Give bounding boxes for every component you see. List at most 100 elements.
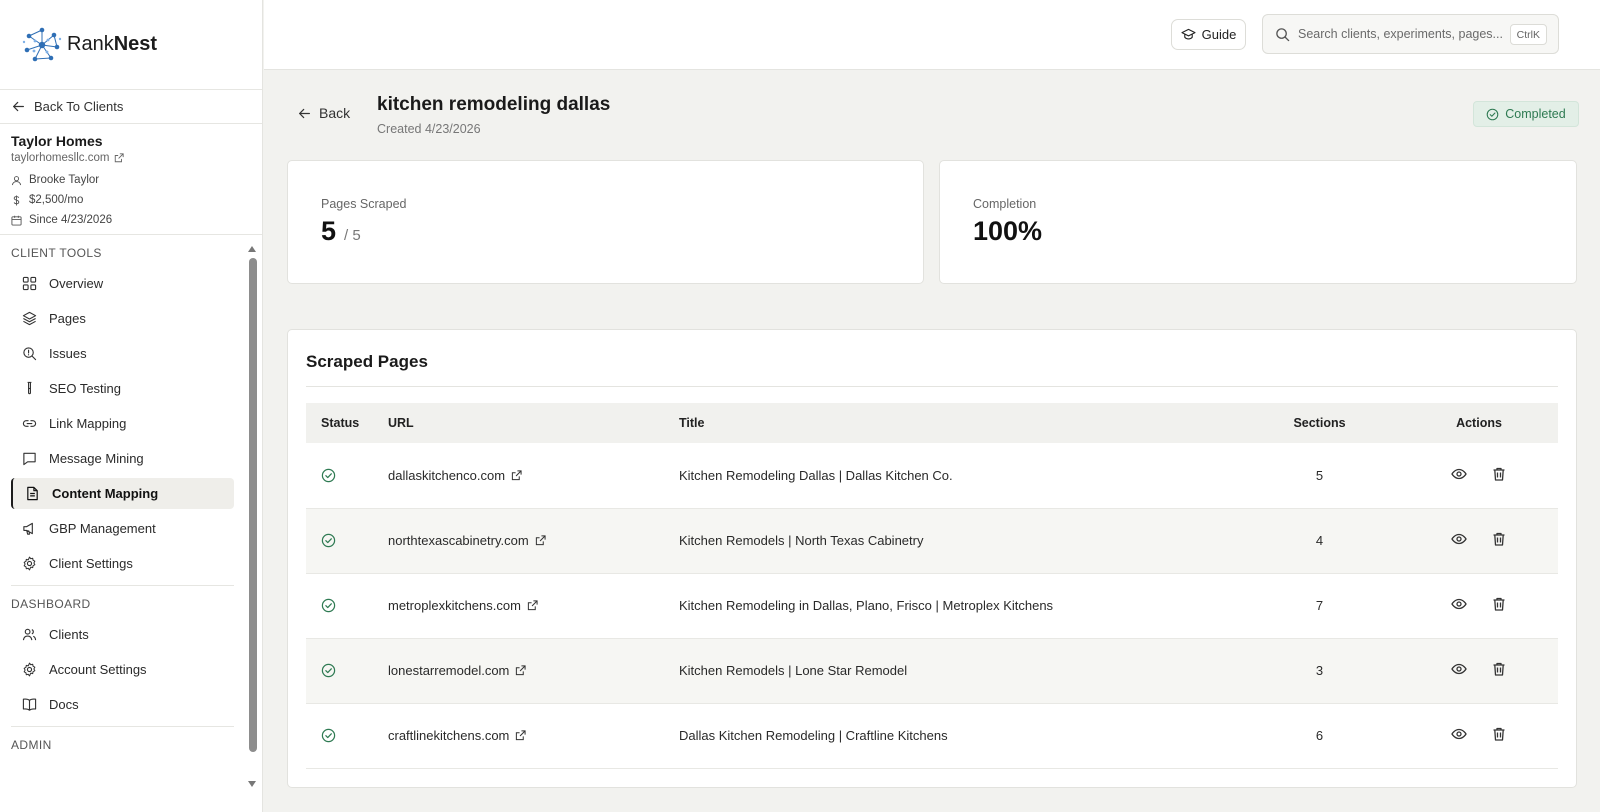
search-issue-icon [23,347,37,361]
sidebar-item-issues[interactable]: Issues [11,338,234,369]
sidebar: RankNest Back To Clients Taylor Homes ta… [0,0,263,812]
sidebar-item-link-mapping[interactable]: Link Mapping [11,408,234,439]
table-row: metroplexkitchens.com Kitchen Remodeling… [306,573,1558,638]
scraped-pages-table: Status URL Title Sections Actions dallas… [306,403,1558,769]
sidebar-item-message-mining[interactable]: Message Mining [11,443,234,474]
stat-card-completion: Completion 100% [939,160,1577,284]
gear-icon [23,662,36,677]
search-input[interactable] [1298,27,1504,41]
network-logo-icon [22,27,62,61]
sidebar-item-docs[interactable]: Docs [11,689,234,720]
client-since: Since 4/23/2026 [11,214,251,226]
section-label-admin: ADMIN [11,738,52,752]
delete-button[interactable] [1491,531,1507,547]
graduation-cap-icon [1181,28,1196,40]
table-row: dallaskitchenco.com Kitchen Remodeling D… [306,443,1558,508]
external-link-icon [516,665,526,676]
view-button[interactable] [1451,726,1467,742]
external-link-icon [511,470,522,480]
sidebar-scrollbar[interactable] [249,258,257,752]
client-contact: Brooke Taylor [11,174,251,186]
eye-icon [1451,468,1467,479]
sidebar-item-overview[interactable]: Overview [11,268,234,299]
view-button[interactable] [1451,531,1467,547]
page-title-cell: Kitchen Remodels | Lone Star Remodel [679,663,908,678]
sidebar-item-client-settings[interactable]: Client Settings [11,548,234,579]
dollar-icon [13,194,20,206]
page-url-link[interactable]: dallaskitchenco.com [388,468,522,483]
back-button[interactable]: Back [298,105,350,121]
sidebar-item-gbp-management[interactable]: GBP Management [11,513,234,544]
sidebar-item-pages[interactable]: Pages [11,303,234,334]
sections-count: 7 [1315,598,1324,613]
scraped-pages-card: Scraped Pages Status URL Title Sections … [287,329,1577,788]
check-circle-icon [321,533,388,548]
client-domain-link[interactable]: taylorhomesllc.com [11,152,251,164]
eye-icon [1451,663,1467,675]
stat-value: 100% [973,216,1043,246]
status-badge: Completed [1473,101,1579,127]
page-url-link[interactable]: metroplexkitchens.com [388,598,538,613]
grid-icon [22,276,37,291]
page-url-link[interactable]: craftlinekitchens.com [388,728,526,743]
table-divider [306,386,1558,387]
scroll-down-arrow-icon[interactable] [248,781,256,787]
delete-button[interactable] [1491,596,1507,612]
client-name: Taylor Homes [11,133,103,149]
sidebar-item-clients[interactable]: Clients [11,619,234,650]
eye-icon [1451,598,1467,610]
scroll-up-arrow-icon[interactable] [248,246,256,252]
column-header-title: Title [679,416,705,430]
check-circle-icon [1486,108,1499,120]
check-circle-icon [321,468,388,483]
sidebar-item-seo-testing[interactable]: SEO Testing [11,373,234,404]
page-title-cell: Kitchen Remodeling Dallas | Dallas Kitch… [679,467,953,483]
stat-value: 5/ 5 [321,216,361,246]
delete-button[interactable] [1491,661,1507,677]
back-to-clients-link[interactable]: Back To Clients [0,90,262,124]
delete-button[interactable] [1491,726,1507,742]
search-icon [1276,27,1290,41]
search-bar[interactable]: CtrlK [1262,14,1559,54]
column-header-status: Status [321,416,360,430]
client-retainer: $2,500/mo [11,194,251,206]
sections-count: 3 [1315,663,1324,678]
message-icon [23,452,36,466]
eye-icon [1451,728,1467,740]
view-button[interactable] [1451,661,1467,677]
calendar-icon [11,215,22,226]
users-icon [22,628,37,641]
delete-button[interactable] [1491,466,1507,482]
brand-logo[interactable]: RankNest [0,0,262,90]
keyboard-shortcut-badge: CtrlK [1509,24,1547,45]
view-button[interactable] [1451,596,1467,612]
stat-card-pages-scraped: Pages Scraped 5/ 5 [287,160,924,284]
back-to-clients-label: Back To Clients [34,99,124,114]
sidebar-item-content-mapping[interactable]: Content Mapping [11,478,234,509]
arrow-left-icon [13,101,24,112]
sidebar-item-account-settings[interactable]: Account Settings [11,654,234,685]
table-row: craftlinekitchens.com Dallas Kitchen Rem… [306,703,1558,768]
page-title: kitchen remodeling dallas [377,94,611,115]
trash-icon [1493,532,1505,546]
client-summary: Taylor Homes taylorhomesllc.com Brooke T… [0,124,262,235]
guide-label: Guide [1201,27,1237,42]
test-tube-icon [27,381,32,395]
main-content: Back kitchen remodeling dallas Created 4… [264,70,1600,812]
table-title: Scraped Pages [306,352,428,371]
trash-icon [1493,597,1505,611]
page-url-link[interactable]: northtexascabinetry.com [388,533,546,548]
stat-label: Completion [973,197,1037,211]
trash-icon [1493,662,1505,676]
book-icon [22,698,37,711]
page-url-link[interactable]: lonestarremodel.com [388,663,526,678]
view-button[interactable] [1451,466,1467,482]
page-title-cell: Dallas Kitchen Remodeling | Craftline Ki… [679,728,948,743]
sections-count: 5 [1315,467,1324,483]
page-title-cell: Kitchen Remodeling in Dallas, Plano, Fri… [679,598,1054,613]
column-header-url: URL [388,416,414,430]
brand-name: RankNest [67,33,158,55]
guide-button[interactable]: Guide [1171,19,1246,50]
trash-icon [1493,727,1505,741]
check-circle-icon [321,728,388,743]
